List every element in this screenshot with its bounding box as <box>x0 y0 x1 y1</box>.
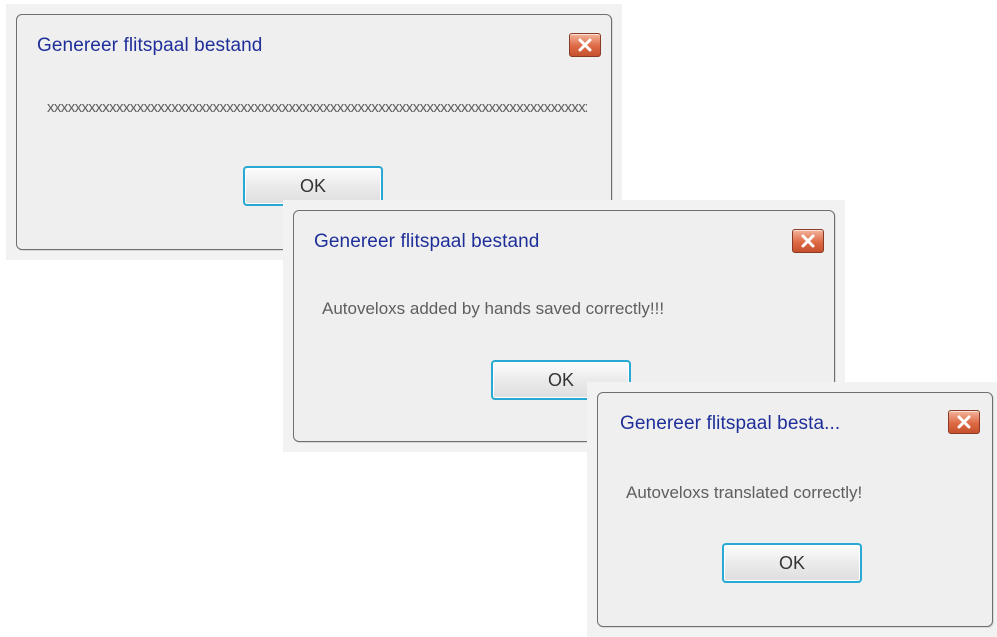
ok-button[interactable]: OK <box>722 543 862 583</box>
dialog-title: Genereer flitspaal bestand <box>37 35 263 56</box>
dialog-message: Autoveloxs added by hands saved correctl… <box>322 299 665 318</box>
close-x-icon <box>801 234 815 248</box>
dialog-3: Genereer flitspaal besta... Autoveloxs t… <box>587 382 997 637</box>
close-button[interactable] <box>948 410 980 434</box>
dialog-title: Genereer flitspaal bestand <box>314 231 540 252</box>
dialog-title: Genereer flitspaal besta... <box>620 413 841 434</box>
close-x-icon <box>957 415 971 429</box>
close-button[interactable] <box>569 33 601 57</box>
dialog-message: xxxxxxxxxxxxxxxxxxxxxxxxxxxxxxxxxxxxxxxx… <box>47 99 587 116</box>
dialog-message: Autoveloxs translated correctly! <box>626 483 863 502</box>
dialog-3-window: Genereer flitspaal besta... Autoveloxs t… <box>597 392 993 627</box>
close-button[interactable] <box>792 229 824 253</box>
close-x-icon <box>578 38 592 52</box>
screenshot-stage: Genereer flitspaal bestand xxxxxxxxxxxxx… <box>0 0 997 637</box>
